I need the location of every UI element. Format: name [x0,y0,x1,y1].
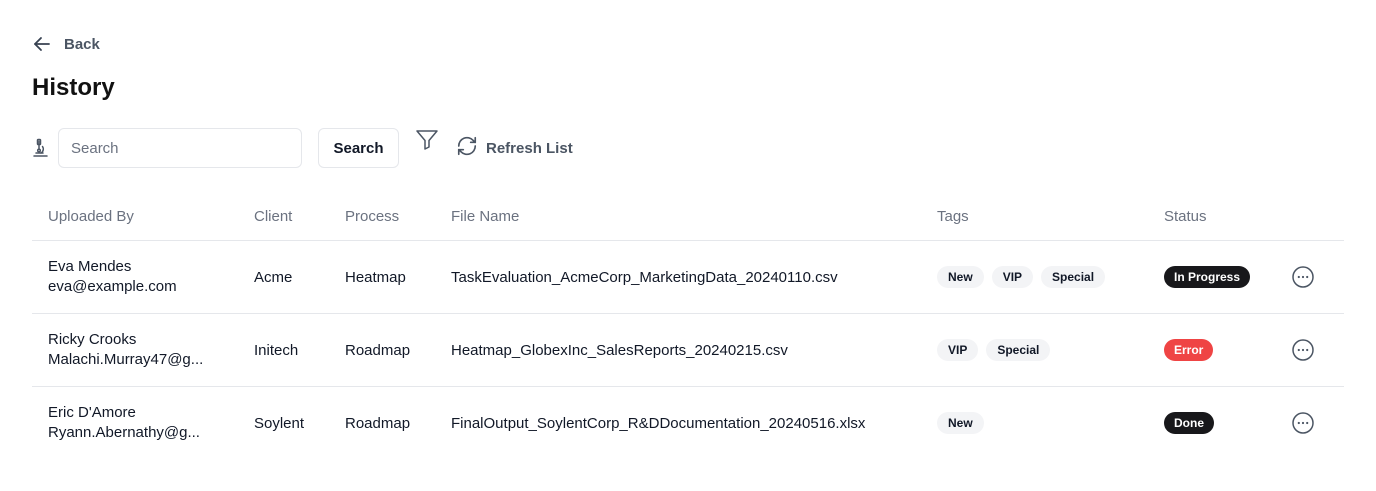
uploaded-by-cell: Eric D'Amore Ryann.Abernathy@g... [32,387,238,460]
more-horizontal-icon[interactable] [1292,412,1314,434]
uploader-email: eva@example.com [48,278,177,295]
column-header-uploaded-by: Uploaded By [32,192,238,241]
column-header-client: Client [238,192,329,241]
tags-cell: New [921,387,1148,460]
uploader-name: Eric D'Amore [48,404,136,421]
client-cell: Acme [238,240,329,314]
uploaded-by-cell: Ricky Crooks Malachi.Murray47@g... [32,313,238,387]
table-header-row: Uploaded By Client Process File Name Tag… [32,192,1344,241]
client-cell: Initech [238,313,329,387]
file-name-cell: Heatmap_GlobexInc_SalesReports_20240215.… [435,313,921,387]
tags-cell: New VIP Special [921,240,1148,314]
refresh-icon [456,135,478,162]
uploader-name: Eva Mendes [48,258,132,275]
process-cell: Roadmap [329,313,435,387]
column-header-actions [1276,192,1344,241]
history-table: Uploaded By Client Process File Name Tag… [32,192,1344,459]
actions-cell [1276,313,1344,387]
toolbar: Search Refresh List [32,128,573,168]
uploader-name: Ricky Crooks [48,331,137,348]
search-button[interactable]: Search [318,128,399,168]
file-name-cell: FinalOutput_SoylentCorp_R&DDocumentation… [451,414,866,432]
more-horizontal-icon[interactable] [1292,266,1314,288]
table-row[interactable]: Ricky Crooks Malachi.Murray47@g... Inite… [32,313,1344,387]
column-header-process: Process [329,192,435,241]
status-badge: In Progress [1164,266,1251,288]
tags-cell: VIP Special [921,313,1148,387]
status-cell: Done [1148,387,1276,460]
filter-icon[interactable] [415,128,439,168]
search-input[interactable] [58,128,302,168]
actions-cell [1276,387,1344,460]
tag-badge: Special [1041,266,1106,288]
back-label: Back [64,35,100,53]
tag-badge: New [937,412,984,434]
table-row[interactable]: Eva Mendes eva@example.com Acme Heatmap … [32,240,1344,314]
actions-cell [1276,240,1344,314]
uploader-email: Ryann.Abernathy@g... [48,424,200,441]
back-button[interactable]: Back [32,32,100,56]
status-cell: In Progress [1148,240,1276,314]
column-header-status: Status [1148,192,1276,241]
arrow-left-icon [32,34,52,54]
uploader-email: Malachi.Murray47@g... [48,351,204,368]
status-badge: Error [1164,339,1214,361]
tag-badge: New [937,266,984,288]
file-name-cell: TaskEvaluation_AcmeCorp_MarketingData_20… [435,240,921,314]
uploaded-by-cell: Eva Mendes eva@example.com [32,240,238,314]
page-title: History [32,74,115,101]
column-header-tags: Tags [921,192,1148,241]
column-header-file-name: File Name [435,192,921,241]
status-badge: Done [1164,412,1214,434]
table-body: Eva Mendes eva@example.com Acme Heatmap … [32,240,1344,460]
tag-badge: VIP [991,266,1034,288]
tag-badge: VIP [937,339,979,361]
microscope-icon [32,138,50,158]
more-horizontal-icon[interactable] [1292,339,1314,361]
process-cell: Roadmap [345,414,411,432]
status-cell: Error [1148,313,1276,387]
history-page: Back History Search Search Refresh List … [0,0,1376,491]
tag-badge: Special [986,339,1051,361]
client-cell: Soylent [254,414,305,432]
process-cell: Heatmap [329,240,435,314]
table-row[interactable]: Eric D'Amore Ryann.Abernathy@g... Soylen… [32,387,1344,460]
refresh-list-button[interactable]: Refresh List [456,128,573,168]
refresh-list-label: Refresh List [486,139,573,157]
